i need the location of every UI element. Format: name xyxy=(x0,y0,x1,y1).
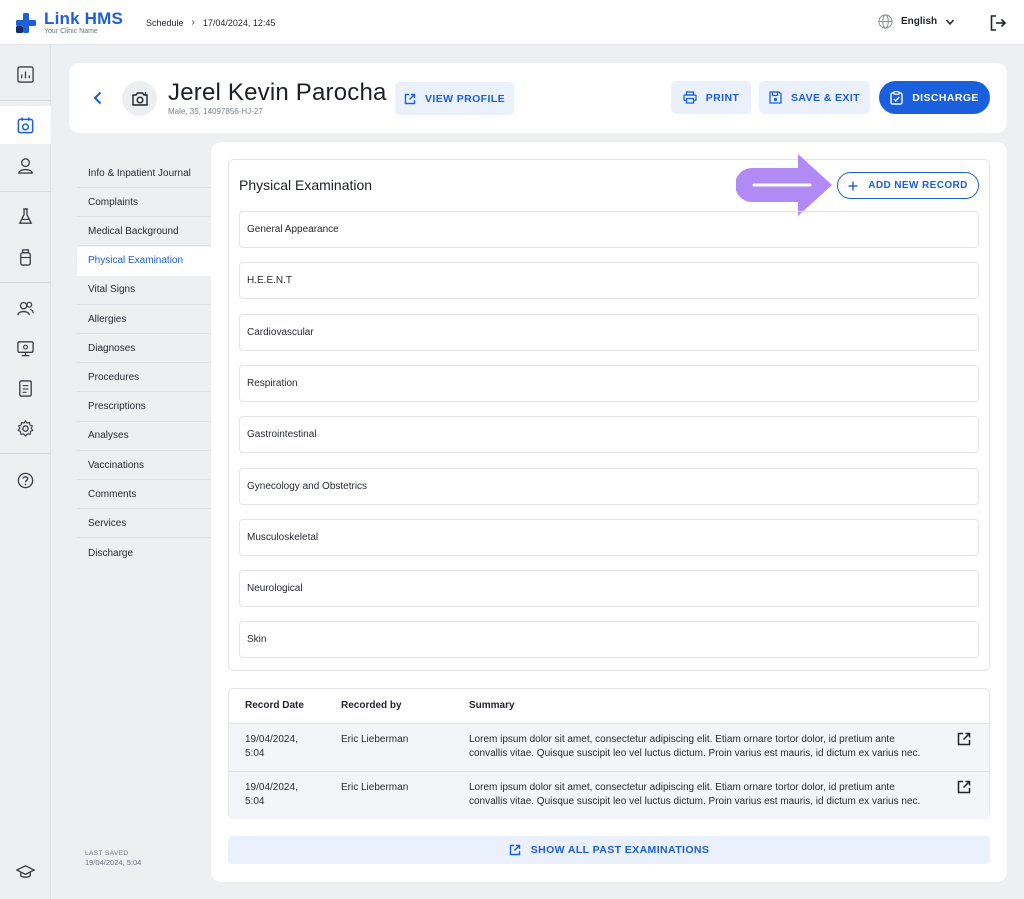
last-saved-value: 19/04/2024, 5:04 xyxy=(85,858,142,868)
discharge-button[interactable]: DISCHARGE xyxy=(879,81,990,114)
printer-icon xyxy=(683,91,697,104)
exam-section-row[interactable]: Neurological xyxy=(239,570,979,608)
user-icon[interactable] xyxy=(16,156,35,175)
view-profile-button[interactable]: VIEW PROFILE xyxy=(395,82,514,115)
nav-item[interactable]: Allergies xyxy=(77,305,211,334)
column-header-record-date: Record Date xyxy=(245,700,304,711)
exam-section-row[interactable]: H.E.E.N.T xyxy=(239,262,979,300)
exam-section-row[interactable]: Cardiovascular xyxy=(239,313,979,351)
nav-item[interactable]: Procedures xyxy=(77,363,211,393)
record-summary: Lorem ipsum dolor sit amet, consectetur … xyxy=(469,734,895,745)
show-all-past-examinations-button[interactable]: SHOW ALL PAST EXAMINATIONS xyxy=(228,836,990,864)
help-icon[interactable] xyxy=(16,471,35,490)
highlight-arrow-icon xyxy=(736,154,832,216)
app-logo[interactable]: Link HMS Your Clinic Name xyxy=(16,10,123,35)
medicine-bottle-icon[interactable] xyxy=(16,248,35,267)
language-selector[interactable]: English xyxy=(878,14,955,29)
save-exit-button[interactable]: SAVE & EXIT xyxy=(759,81,870,114)
top-bar: Link HMS Your Clinic Name Schedule › 17/… xyxy=(0,0,1024,45)
breadcrumb-schedule-link[interactable]: Schedule xyxy=(146,18,184,28)
settings-icon[interactable] xyxy=(16,419,35,438)
graduation-cap-icon[interactable] xyxy=(16,862,35,881)
nav-item[interactable]: Vital Signs xyxy=(77,276,211,305)
nav-item[interactable]: Vaccinations xyxy=(77,451,211,480)
last-saved-label: LAST SAVED xyxy=(85,850,129,857)
nav-item[interactable]: Medical Background xyxy=(77,217,211,247)
breadcrumb: Schedule › 17/04/2024, 12:45 xyxy=(146,17,275,28)
logo-subtitle: Your Clinic Name xyxy=(44,28,98,35)
camera-icon xyxy=(131,91,148,106)
open-record-icon[interactable] xyxy=(957,732,971,746)
nav-item[interactable]: Prescriptions xyxy=(77,393,211,422)
nav-item[interactable]: Info & Inpatient Journal xyxy=(77,159,211,188)
show-all-label: SHOW ALL PAST EXAMINATIONS xyxy=(530,844,710,856)
language-label: English xyxy=(901,16,938,27)
print-label: PRINT xyxy=(705,91,740,104)
nav-item[interactable]: Complaints xyxy=(77,188,211,218)
view-profile-label: VIEW PROFILE xyxy=(424,92,506,105)
external-link-icon xyxy=(509,844,520,856)
column-header-recorded-by: Recorded by xyxy=(341,700,402,711)
record-summary: convallis vitae. Quisque suscipit leo ve… xyxy=(469,748,921,759)
exam-section-row[interactable]: Gynecology and Obstetrics xyxy=(239,467,979,505)
dashboard-icon[interactable] xyxy=(16,65,35,84)
floppy-disk-icon xyxy=(769,91,782,104)
record-date: 19/04/2024, xyxy=(245,782,298,793)
plus-icon xyxy=(848,181,858,190)
record-time: 5:04 xyxy=(245,796,265,807)
exam-section-row[interactable]: General Appearance xyxy=(239,211,979,248)
nav-item[interactable]: Comments xyxy=(77,480,211,510)
users-icon[interactable] xyxy=(16,299,35,318)
monitor-icon[interactable] xyxy=(16,339,35,358)
add-new-record-button[interactable]: ADD NEW RECORD xyxy=(837,172,979,199)
rail-divider xyxy=(0,191,51,192)
breadcrumb-datetime: 17/04/2024, 12:45 xyxy=(202,17,276,28)
clipboard-check-icon xyxy=(890,90,903,105)
add-new-record-label: ADD NEW RECORD xyxy=(868,180,968,191)
logout-icon[interactable] xyxy=(989,14,1007,32)
back-arrow-icon[interactable] xyxy=(90,90,106,106)
record-summary: Lorem ipsum dolor sit amet, consectetur … xyxy=(469,782,895,793)
lab-flask-icon[interactable] xyxy=(16,207,35,226)
record-date: 19/04/2024, xyxy=(245,734,298,745)
calendar-icon[interactable] xyxy=(16,116,35,135)
open-record-icon[interactable] xyxy=(957,780,971,794)
logo-title: Link HMS xyxy=(44,9,124,28)
nav-item[interactable]: Physical Examination xyxy=(77,246,211,276)
discharge-label: DISCHARGE xyxy=(912,91,979,104)
print-button[interactable]: PRINT xyxy=(671,81,751,114)
exam-section-title: Physical Examination xyxy=(239,177,373,193)
last-saved: LAST SAVED 19/04/2024, 5:04 xyxy=(85,849,141,869)
nav-item[interactable]: Diagnoses xyxy=(77,334,211,364)
save-exit-label: SAVE & EXIT xyxy=(791,91,860,104)
rail-divider xyxy=(0,453,51,454)
globe-icon xyxy=(878,14,893,29)
rail-divider xyxy=(0,282,51,283)
document-icon[interactable] xyxy=(16,379,35,398)
record-time: 5:04 xyxy=(245,748,265,759)
logo-cross-icon xyxy=(16,12,36,33)
recorded-by: Eric Lieberman xyxy=(341,782,409,793)
exam-section-row[interactable]: Respiration xyxy=(239,364,979,402)
chevron-down-icon xyxy=(946,19,955,25)
rail-divider xyxy=(0,100,51,101)
record-summary: convallis vitae. Quisque suscipit leo ve… xyxy=(469,796,921,807)
breadcrumb-separator: › xyxy=(191,17,195,28)
exam-section-row[interactable]: Skin xyxy=(239,621,979,659)
external-link-icon xyxy=(404,93,416,104)
exam-section-row[interactable]: Gastrointestinal xyxy=(239,416,979,454)
nav-item[interactable]: Services xyxy=(77,509,211,539)
exam-section-row[interactable]: Musculoskeletal xyxy=(239,518,979,556)
patient-meta: Male, 35, 14097856-HJ-27 xyxy=(168,107,263,116)
patient-photo-button[interactable] xyxy=(122,81,157,116)
column-header-summary: Summary xyxy=(469,700,515,711)
patient-name: Jerel Kevin Parocha xyxy=(168,79,387,106)
recorded-by: Eric Lieberman xyxy=(341,734,409,745)
nav-item[interactable]: Discharge xyxy=(77,539,211,568)
nav-item[interactable]: Analyses xyxy=(77,422,211,451)
